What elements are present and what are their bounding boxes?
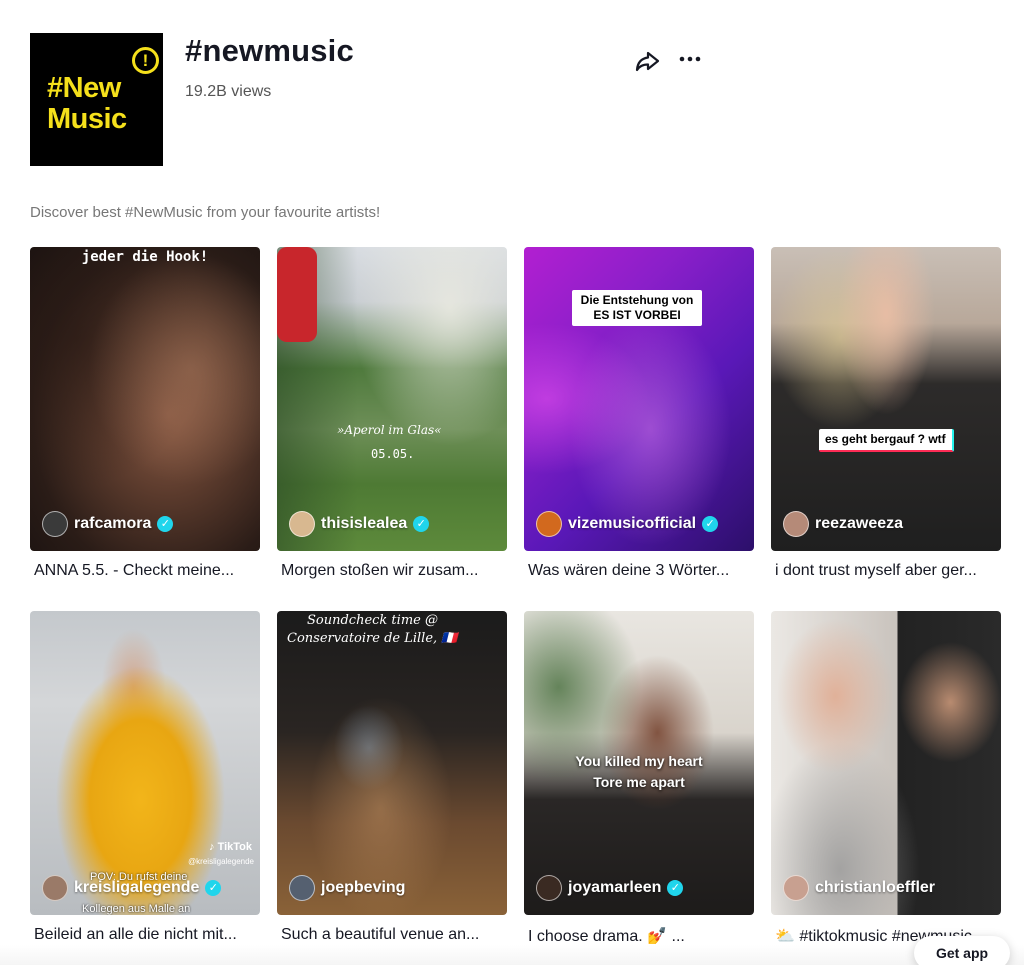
video-overlay-text: Soundcheck time @ (307, 613, 438, 628)
video-caption[interactable]: i dont trust myself aber ger... (771, 562, 1001, 580)
author-label[interactable]: joyamarleen ✓ (536, 875, 684, 901)
video-card[interactable]: jeder die Hook! rafcamora ✓ ANNA 5.5. - … (30, 247, 260, 580)
author-label[interactable]: rafcamora ✓ (42, 511, 174, 537)
avatar (289, 511, 315, 537)
share-button[interactable] (633, 47, 661, 75)
video-thumbnail[interactable]: You killed my heart Tore me apart joyama… (524, 611, 754, 915)
alert-icon: ! (132, 47, 159, 74)
more-horizontal-icon (679, 56, 701, 62)
video-overlay-subtext: Tore me apart (593, 774, 685, 790)
avatar (783, 511, 809, 537)
author-label[interactable]: thisislealea ✓ (289, 511, 430, 537)
video-thumbnail[interactable]: christianloeffler (771, 611, 1001, 915)
author-label[interactable]: joepbeving (289, 875, 405, 901)
avatar (289, 875, 315, 901)
avatar (42, 511, 68, 537)
video-overlay-text: Die Entstehung von ES IST VORBEI (572, 290, 702, 326)
tag-header: ! #New Music #newmusic 19.2B views (30, 33, 1000, 167)
video-card[interactable]: christianloeffler ⛅ #tiktokmusic #newmus… (771, 611, 1001, 946)
get-app-button[interactable]: Get app (914, 936, 1010, 965)
share-arrow-icon (635, 51, 660, 72)
verified-icon: ✓ (413, 516, 430, 532)
video-card[interactable]: es geht bergauf ? wtf reezaweeza i dont … (771, 247, 1001, 580)
video-card[interactable]: You killed my heart Tore me apart joyama… (524, 611, 754, 946)
video-thumbnail[interactable]: jeder die Hook! rafcamora ✓ (30, 247, 260, 551)
video-card[interactable]: Soundcheck time @ Conservatoire de Lille… (277, 611, 507, 944)
video-caption[interactable]: I choose drama. 💅 ... (524, 926, 754, 946)
avatar (783, 875, 809, 901)
video-caption[interactable]: Was wären deine 3 Wörter... (524, 562, 754, 580)
video-caption[interactable]: Beileid an alle die nicht mit... (30, 926, 260, 944)
author-name: vizemusicofficial (568, 515, 697, 532)
video-caption[interactable]: Morgen stoßen wir zusam... (277, 562, 507, 580)
page-title: #newmusic (185, 33, 354, 68)
video-overlay-text: »Aperol im Glas« (337, 423, 442, 437)
video-overlay-subtext: 05.05. (371, 447, 415, 461)
video-thumbnail[interactable]: ♪ TikTok @kreisligalegende POV: Du rufst… (30, 611, 260, 915)
video-overlay-text: es geht bergauf ? wtf (819, 429, 954, 452)
video-caption[interactable]: ANNA 5.5. - Checkt meine... (30, 562, 260, 580)
author-name: thisislealea (321, 515, 408, 532)
tag-logo: ! #New Music (30, 33, 163, 166)
views-count: 19.2B views (185, 83, 272, 100)
author-name: joepbeving (321, 879, 406, 896)
author-name: reezaweeza (815, 515, 904, 532)
video-overlay-subtext: Conservatoire de Lille, 🇫🇷 (287, 631, 458, 646)
video-overlay-text: You killed my heart (575, 753, 703, 769)
video-overlay-subtext: Kollegen aus Malle an (82, 903, 191, 915)
video-thumbnail[interactable]: Die Entstehung von ES IST VORBEI vizemus… (524, 247, 754, 551)
bottom-fade (0, 945, 1024, 965)
video-card[interactable]: Die Entstehung von ES IST VORBEI vizemus… (524, 247, 754, 580)
author-name: rafcamora (74, 515, 152, 532)
author-label[interactable]: vizemusicofficial ✓ (536, 511, 719, 537)
tiktok-watermark: ♪ TikTok (209, 841, 252, 853)
verified-icon: ✓ (702, 516, 719, 532)
avatar (42, 875, 68, 901)
avatar (536, 875, 562, 901)
author-name: joyamarleen (568, 879, 662, 896)
video-thumbnail[interactable]: »Aperol im Glas« 05.05. thisislealea ✓ (277, 247, 507, 551)
video-thumbnail[interactable]: Soundcheck time @ Conservatoire de Lille… (277, 611, 507, 915)
video-card[interactable]: ♪ TikTok @kreisligalegende POV: Du rufst… (30, 611, 260, 944)
verified-icon: ✓ (157, 516, 174, 532)
author-label[interactable]: reezaweeza (783, 511, 903, 537)
video-card[interactable]: »Aperol im Glas« 05.05. thisislealea ✓ M… (277, 247, 507, 580)
more-options-button[interactable] (676, 45, 704, 73)
author-name: christianloeffler (815, 879, 936, 896)
author-label[interactable]: kreisligalegende ✓ (42, 875, 222, 901)
video-thumbnail[interactable]: es geht bergauf ? wtf reezaweeza (771, 247, 1001, 551)
author-label[interactable]: christianloeffler (783, 875, 935, 901)
video-caption[interactable]: Such a beautiful venue an... (277, 926, 507, 944)
watermark-handle: @kreisligalegende (188, 857, 254, 866)
avatar (536, 511, 562, 537)
video-overlay-text: jeder die Hook! (81, 249, 209, 265)
tag-description: Discover best #NewMusic from your favour… (30, 204, 381, 221)
verified-icon: ✓ (205, 880, 222, 896)
author-name: kreisligalegende (74, 879, 200, 896)
logo-text: #New Music (47, 72, 127, 135)
verified-icon: ✓ (667, 880, 684, 896)
